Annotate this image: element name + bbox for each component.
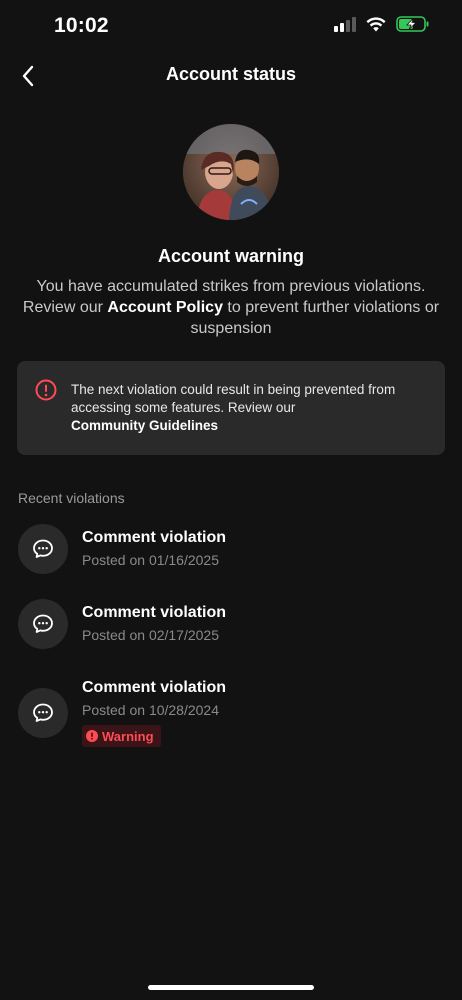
violation-date: Posted on 01/16/2025	[82, 552, 220, 568]
comment-bubble-icon	[18, 524, 68, 574]
description-review-text: Review our	[22, 299, 103, 316]
notice-text: The next violation could result in being…	[71, 381, 425, 435]
status-icons	[334, 16, 430, 32]
avatar	[183, 124, 279, 220]
profile-photo	[183, 124, 279, 220]
violation-title: Comment violation	[82, 679, 227, 696]
violation-title: Comment violation	[82, 529, 227, 546]
battery-charging-icon	[396, 16, 429, 32]
recent-violations-label: Recent violations	[18, 490, 125, 506]
account-policy-link[interactable]: Account Policy	[107, 299, 223, 316]
wifi-icon	[366, 16, 386, 31]
home-indicator[interactable]	[148, 985, 314, 990]
alert-filled-icon	[86, 730, 98, 742]
violation-date: Posted on 02/17/2025	[82, 627, 220, 643]
alert-circle-icon	[35, 379, 57, 401]
account-warning-description: You have accumulated strikes from previo…	[20, 276, 442, 339]
page-title: Account status	[165, 64, 297, 84]
navigation-header: Account status	[0, 56, 462, 96]
warning-badge-label: Warning	[102, 728, 154, 744]
violation-date: Posted on 10/28/2024	[82, 702, 220, 718]
account-warning-title: Account warning	[157, 246, 304, 266]
notice-message: The next violation could result in being…	[71, 382, 396, 415]
comment-bubble-icon	[18, 599, 68, 649]
description-rest-text: to prevent further violations or suspens…	[190, 299, 440, 337]
cellular-signal-icon	[334, 16, 356, 32]
status-time: 10:02	[54, 14, 109, 37]
warning-badge: Warning	[82, 725, 161, 747]
comment-bubble-icon	[18, 688, 68, 738]
violation-notice-card: The next violation could result in being…	[17, 361, 445, 455]
violation-title: Comment violation	[82, 604, 227, 621]
status-bar: 10:02	[0, 0, 462, 56]
community-guidelines-link[interactable]: Community Guidelines	[71, 417, 425, 435]
description-line: You have accumulated strikes from previo…	[36, 278, 426, 295]
